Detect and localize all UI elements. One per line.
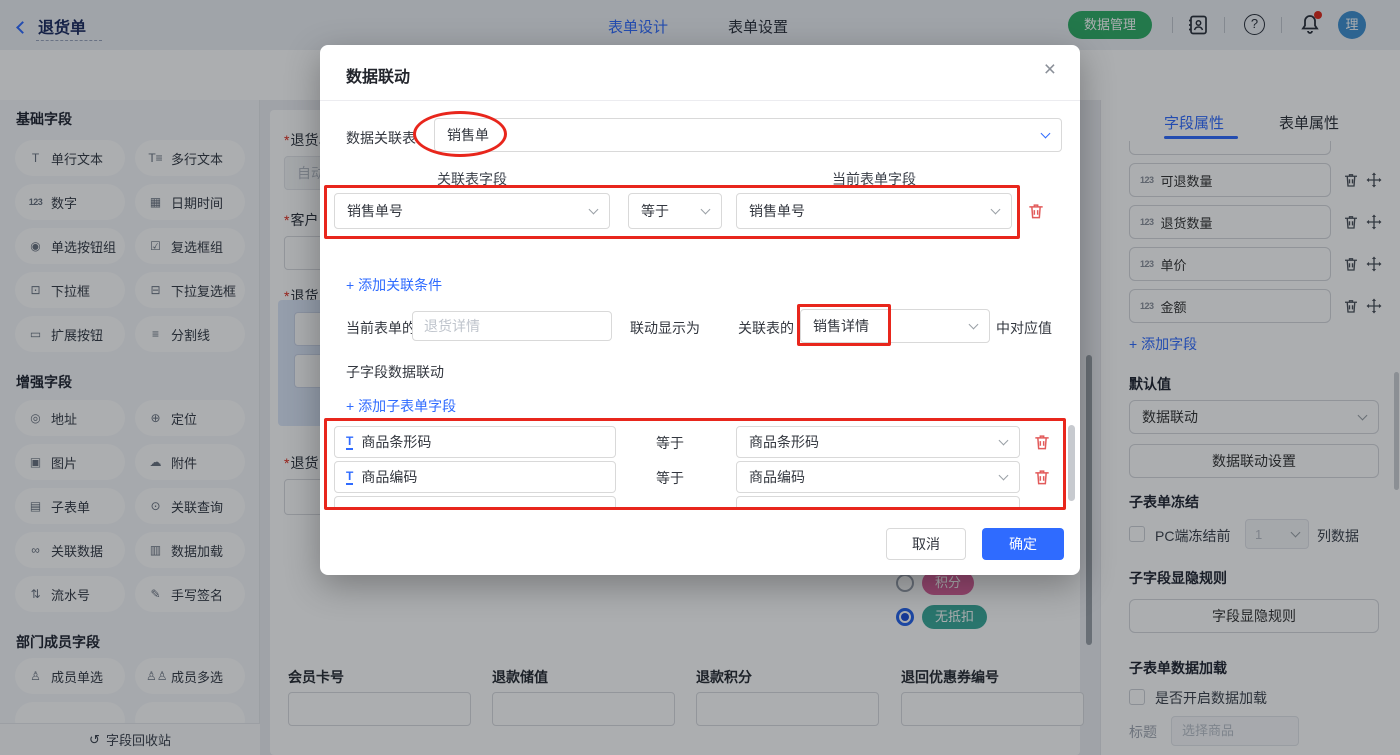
current-field-input[interactable] bbox=[412, 311, 612, 341]
current-form-label: 当前表单的 bbox=[346, 318, 416, 338]
column-header-relation-field: 关联表字段 bbox=[334, 169, 610, 189]
delete-condition-icon[interactable] bbox=[1026, 201, 1046, 221]
subfield-left-field-code[interactable]: T 商品编码 bbox=[334, 461, 616, 493]
equals-text: 等于 bbox=[656, 433, 684, 453]
chevron-down-icon bbox=[991, 204, 1001, 214]
app-root: 退货单 表单设计 表单设置 数据管理 ? 理 表单外链 后端脚本 数据权限 预览… bbox=[0, 0, 1400, 755]
equals-text: 等于 bbox=[656, 468, 684, 488]
subfield-rows: T 商品条形码 等于 商品条形码 T 商品编码 等于 商品编码 bbox=[320, 423, 1080, 509]
text-field-icon: T bbox=[346, 435, 353, 450]
subfield-linkage-label: 子字段数据联动 bbox=[346, 362, 444, 382]
select-value: 商品条形码 bbox=[749, 432, 1000, 452]
select-value: 销售单号 bbox=[347, 201, 590, 221]
condition-operator-select[interactable]: 等于 bbox=[628, 193, 722, 229]
chevron-down-icon bbox=[701, 204, 711, 214]
modal-title: 数据联动 bbox=[346, 63, 410, 87]
subfield-right-select-code[interactable]: 商品编码 bbox=[736, 461, 1020, 493]
select-value: 商品编码 bbox=[749, 467, 1000, 487]
text-field-icon: T bbox=[346, 470, 353, 485]
condition-right-select[interactable]: 销售单号 bbox=[736, 193, 1012, 229]
select-value: 等于 bbox=[641, 201, 702, 221]
subfield-row-partial bbox=[736, 496, 1020, 509]
relation-table-label: 数据关联表 bbox=[346, 128, 416, 148]
add-subfield-link[interactable]: + 添加子表单字段 bbox=[346, 396, 456, 416]
delete-subfield-icon[interactable] bbox=[1032, 467, 1052, 487]
confirm-button[interactable]: 确定 bbox=[982, 528, 1064, 560]
close-icon[interactable]: × bbox=[1044, 59, 1056, 80]
select-value: 销售单号 bbox=[749, 201, 992, 221]
cancel-button[interactable]: 取消 bbox=[886, 528, 966, 560]
chevron-down-icon bbox=[999, 435, 1009, 445]
subfield-right-select-barcode[interactable]: 商品条形码 bbox=[736, 426, 1020, 458]
select-value: 销售详情 bbox=[813, 316, 970, 336]
field-value: 商品编码 bbox=[361, 467, 417, 487]
condition-left-select[interactable]: 销售单号 bbox=[334, 193, 610, 229]
data-linkage-modal: 数据联动 × 数据关联表 销售单 关联表字段 当前表单字段 销售单号 等于 销售… bbox=[320, 45, 1080, 575]
chevron-down-icon bbox=[589, 204, 599, 214]
chevron-down-icon bbox=[969, 319, 979, 329]
relation-table-select[interactable]: 销售单 bbox=[434, 118, 1062, 152]
subfield-left-field-barcode[interactable]: T 商品条形码 bbox=[334, 426, 616, 458]
chevron-down-icon bbox=[1041, 128, 1051, 138]
related-field-select[interactable]: 销售详情 bbox=[800, 309, 990, 343]
add-condition-link[interactable]: + 添加关联条件 bbox=[346, 275, 442, 295]
modal-scrollbar-thumb[interactable] bbox=[1068, 425, 1075, 501]
field-value: 商品条形码 bbox=[361, 432, 431, 452]
delete-subfield-icon[interactable] bbox=[1032, 432, 1052, 452]
select-value: 销售单 bbox=[447, 125, 1042, 145]
chevron-down-icon bbox=[999, 470, 1009, 480]
column-header-current-field: 当前表单字段 bbox=[736, 169, 1012, 189]
modal-divider bbox=[320, 100, 1080, 101]
related-table-label: 关联表的 bbox=[738, 318, 794, 338]
subfield-row-partial bbox=[334, 496, 616, 509]
display-as-label: 联动显示为 bbox=[630, 318, 700, 338]
value-suffix-label: 中对应值 bbox=[996, 318, 1052, 338]
